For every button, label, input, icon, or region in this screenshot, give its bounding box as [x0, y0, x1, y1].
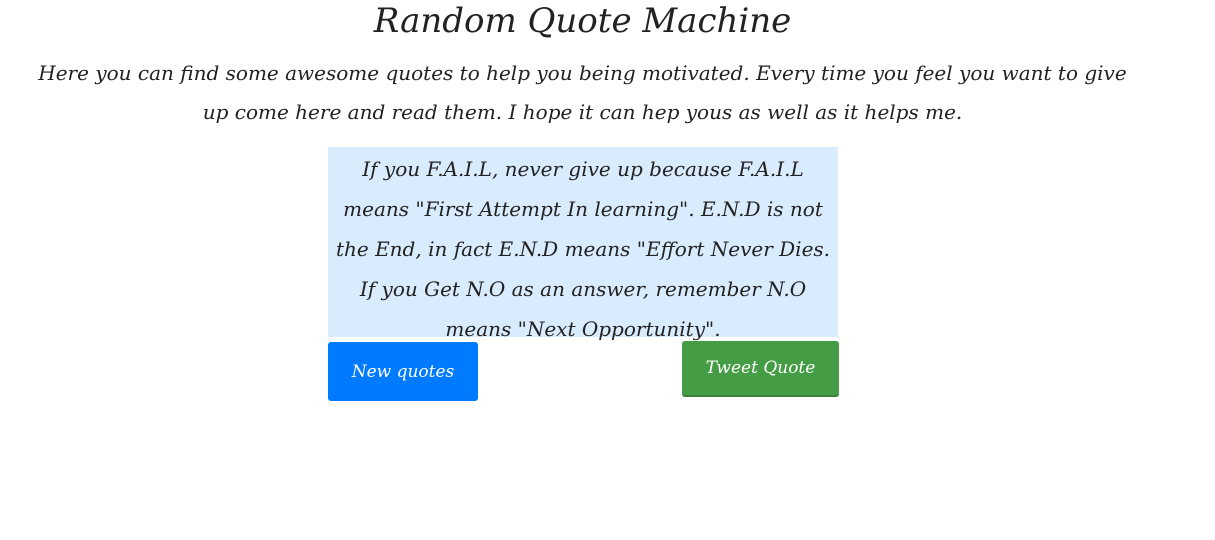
quote-text: If you F.A.I.L, never give up because F.…	[335, 157, 831, 341]
quote-box: If you F.A.I.L, never give up because F.…	[328, 147, 838, 341]
new-quote-button[interactable]: New quotes	[328, 342, 478, 401]
page-title: Random Quote Machine	[373, 1, 792, 41]
tweet-quote-button[interactable]: Tweet Quote	[682, 341, 839, 397]
intro-text: Here you can find some awesome quotes to…	[38, 61, 1127, 124]
